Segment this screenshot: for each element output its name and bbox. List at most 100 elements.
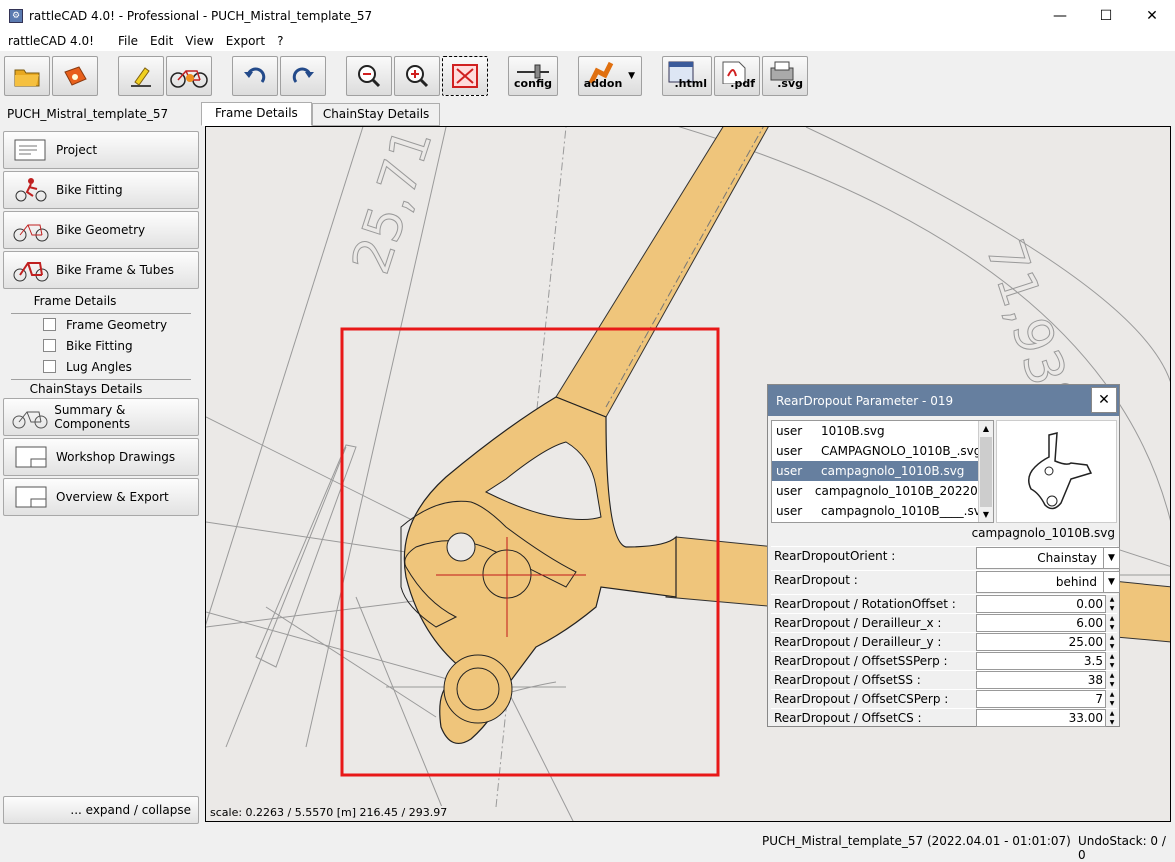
export-html-button[interactable]: .html xyxy=(662,56,712,96)
list-item[interactable]: user CAMPAGNOLO_1010B_.svg xyxy=(772,441,993,461)
bike-config-button[interactable] xyxy=(166,56,212,96)
list-item-selected[interactable]: user campagnolo_1010B.svg xyxy=(772,461,993,481)
chevron-down-icon[interactable]: ▼ xyxy=(1103,572,1119,592)
param-input[interactable]: 38 xyxy=(976,671,1106,689)
menu-edit[interactable]: Edit xyxy=(144,34,179,48)
tab-frame-details[interactable]: Frame Details xyxy=(201,102,312,126)
checkbox[interactable] xyxy=(43,360,56,373)
pdf-label: .pdf xyxy=(730,77,755,90)
param-label: RearDropout / OffsetCSPerp : xyxy=(774,692,949,706)
open-folder-button[interactable] xyxy=(4,56,50,96)
sidebar-item-summary[interactable]: Summary & Components xyxy=(3,398,199,436)
scroll-down-icon[interactable]: ▼ xyxy=(981,509,991,521)
sidebar-item-project[interactable]: Project xyxy=(3,131,199,169)
chevron-down-icon[interactable]: ▼ xyxy=(1103,548,1119,568)
list-item[interactable]: user campagnolo_1010B____.svg xyxy=(772,501,993,521)
spin-arrows-icon[interactable]: ▲ ▼ xyxy=(1107,671,1117,689)
dialog-header: RearDropout Parameter - 019 ✕ xyxy=(768,385,1119,416)
list-owner: user xyxy=(776,504,803,518)
scroll-thumb[interactable] xyxy=(980,437,992,507)
menu-app[interactable]: rattleCAD 4.0! xyxy=(0,34,112,48)
zoom-out-button[interactable] xyxy=(346,56,392,96)
close-button[interactable]: ✕ xyxy=(1129,0,1175,31)
spin-arrows-icon[interactable]: ▲ ▼ xyxy=(1107,614,1117,632)
dropout-file-list[interactable]: user 1010B.svg user CAMPAGNOLO_1010B_.svg … xyxy=(771,420,994,523)
param-input[interactable]: 0.00 xyxy=(976,595,1106,613)
fit-to-screen-icon xyxy=(452,64,478,88)
undo-stack-status: UndoStack: 0 / 0 xyxy=(1078,834,1166,862)
tab-bar: Frame Details ChainStay Details xyxy=(201,102,441,126)
rider-icon xyxy=(12,176,50,204)
check-label: Bike Fitting xyxy=(66,338,133,353)
zoom-in-button[interactable] xyxy=(394,56,440,96)
list-scrollbar[interactable]: ▲ ▼ xyxy=(978,421,993,522)
param-label: RearDropout / OffsetSSPerp : xyxy=(774,654,948,668)
dropout-select[interactable]: behind ▼ xyxy=(976,571,1120,593)
menu-bar: rattleCAD 4.0! File Edit View Export ? xyxy=(0,31,1175,51)
sidebar-item-workshop[interactable]: Workshop Drawings xyxy=(3,438,199,476)
param-input[interactable]: 7 xyxy=(976,690,1106,708)
addon-button[interactable]: ▼ addon xyxy=(578,56,642,96)
check-bike-fitting[interactable]: Bike Fitting xyxy=(3,335,199,356)
orient-select[interactable]: Chainstay ▼ xyxy=(976,547,1120,569)
spin-arrows-icon[interactable]: ▲ ▼ xyxy=(1107,595,1117,613)
bike-icon xyxy=(170,70,208,88)
menu-view[interactable]: View xyxy=(179,34,219,48)
fit-view-button[interactable] xyxy=(442,56,488,96)
sidebar-item-frame-tubes[interactable]: Bike Frame & Tubes xyxy=(3,251,199,289)
param-input[interactable]: 3.5 xyxy=(976,652,1106,670)
title-bar: ⚙ rattleCAD 4.0! - Professional - PUCH_M… xyxy=(0,0,1175,31)
checkbox[interactable] xyxy=(43,318,56,331)
preview-caption: campagnolo_1010B.svg xyxy=(971,526,1115,540)
param-label: RearDropout / RotationOffset : xyxy=(774,597,956,611)
export-svg-button[interactable]: .svg xyxy=(762,56,808,96)
check-frame-geometry[interactable]: Frame Geometry xyxy=(3,314,199,335)
spin-arrows-icon[interactable]: ▲ ▼ xyxy=(1107,633,1117,651)
list-owner: user xyxy=(776,464,803,478)
undo-icon xyxy=(244,67,266,83)
expand-collapse-button[interactable]: ... expand / collapse xyxy=(3,796,199,824)
list-file: 1010B.svg xyxy=(821,424,885,438)
param-label: RearDropout / OffsetSS : xyxy=(774,673,921,687)
menu-file[interactable]: File xyxy=(112,34,144,48)
scale-info: scale: 0.2263 / 5.5570 [m] 216.45 / 293.… xyxy=(210,806,448,819)
spin-arrows-icon[interactable]: ▲ ▼ xyxy=(1107,709,1117,727)
list-item[interactable]: user 1010B.svg xyxy=(772,421,993,441)
render-button[interactable] xyxy=(118,56,164,96)
check-lug-angles[interactable]: Lug Angles xyxy=(3,356,199,377)
param-label: RearDropout : xyxy=(774,573,858,587)
save-disk-icon xyxy=(64,66,87,86)
config-button[interactable]: config xyxy=(508,56,558,96)
param-row: RearDropout / OffsetCS : 33.00 ▲ ▼ xyxy=(771,708,1117,727)
menu-help[interactable]: ? xyxy=(271,34,289,48)
save-button[interactable] xyxy=(52,56,98,96)
undo-button[interactable] xyxy=(232,56,278,96)
sidebar-item-bike-geometry[interactable]: Bike Geometry xyxy=(3,211,199,249)
param-row: RearDropout / Derailleur_y : 25.00 ▲ ▼ xyxy=(771,632,1117,651)
select-value: Chainstay xyxy=(1037,551,1097,565)
dialog-close-button[interactable]: ✕ xyxy=(1091,387,1117,413)
checkbox[interactable] xyxy=(43,339,56,352)
export-pdf-button[interactable]: .pdf xyxy=(714,56,760,96)
sidebar: Project Bike Fitting Bike Geometry Bike … xyxy=(3,131,199,518)
redo-button[interactable] xyxy=(280,56,326,96)
svg-label: .svg xyxy=(777,77,803,90)
rear-dropout-dialog: RearDropout Parameter - 019 ✕ user 1010B.… xyxy=(767,384,1120,727)
list-owner: user xyxy=(776,484,803,498)
param-input[interactable]: 6.00 xyxy=(976,614,1106,632)
scroll-up-icon[interactable]: ▲ xyxy=(981,423,991,435)
tab-chainstay-details[interactable]: ChainStay Details xyxy=(311,103,441,126)
spin-arrows-icon[interactable]: ▲ ▼ xyxy=(1107,690,1117,708)
bike-summary-icon xyxy=(12,403,48,431)
minimize-button[interactable]: — xyxy=(1037,0,1083,31)
maximize-button[interactable]: ☐ xyxy=(1083,0,1129,31)
param-input[interactable]: 25.00 xyxy=(976,633,1106,651)
param-input[interactable]: 33.00 xyxy=(976,709,1106,727)
sidebar-item-bike-fitting[interactable]: Bike Fitting xyxy=(3,171,199,209)
menu-export[interactable]: Export xyxy=(220,34,271,48)
check-label: Frame Geometry xyxy=(66,317,168,332)
list-item[interactable]: user campagnolo_1010B_2022033 xyxy=(772,481,993,501)
spin-arrows-icon[interactable]: ▲ ▼ xyxy=(1107,652,1117,670)
list-owner: user xyxy=(776,444,803,458)
sidebar-item-overview-export[interactable]: Overview & Export xyxy=(3,478,199,516)
